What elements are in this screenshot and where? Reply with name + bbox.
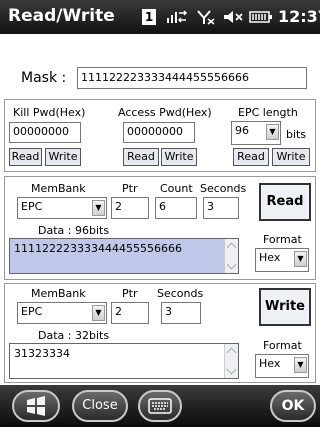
write-seconds-input[interactable]: 3 — [161, 302, 201, 324]
connectivity-icon[interactable] — [166, 9, 188, 25]
dropdown-arrow-icon[interactable]: ▼ — [294, 251, 307, 267]
bits-label: bits — [286, 128, 307, 141]
read-seconds-label: Seconds — [200, 182, 247, 195]
read-membank-value: EPC — [21, 200, 43, 213]
epc-write-button[interactable]: Write — [272, 148, 310, 166]
write-ptr-label: Ptr — [122, 287, 138, 300]
dropdown-arrow-icon[interactable]: ▼ — [92, 305, 105, 321]
access-read-button[interactable]: Read — [123, 148, 159, 166]
read-format-value: Hex — [259, 251, 281, 264]
close-button[interactable]: Close — [72, 390, 128, 422]
dropdown-arrow-icon[interactable]: ▼ — [266, 124, 279, 140]
signal-off-icon[interactable] — [196, 9, 216, 25]
write-membank-value: EPC — [21, 305, 43, 318]
read-button[interactable]: Read — [259, 183, 311, 221]
read-data-value: 111122223333444455556666 — [14, 242, 182, 255]
read-seconds-input[interactable]: 3 — [203, 197, 239, 219]
write-format-value: Hex — [259, 357, 281, 370]
notification-badge[interactable]: 1 — [142, 9, 156, 25]
write-format-select[interactable]: Hex ▼ — [255, 354, 309, 378]
mask-input[interactable]: 111122223333444455556666 — [77, 67, 307, 89]
write-ptr-input[interactable]: 2 — [111, 302, 149, 324]
read-data-scrollbar[interactable] — [224, 239, 238, 273]
access-pwd-input[interactable]: 00000000 — [123, 122, 195, 143]
read-panel: MemBank EPC ▼ Ptr 2 Count 6 Seconds 3 Re… — [4, 176, 316, 280]
kill-write-button[interactable]: Write — [45, 148, 81, 166]
epc-length-value: 96 — [235, 124, 249, 137]
keyboard-icon — [148, 398, 172, 414]
write-membank-select[interactable]: EPC ▼ — [17, 302, 107, 324]
access-pwd-label: Access Pwd(Hex) — [118, 106, 212, 119]
write-seconds-label: Seconds — [157, 287, 204, 300]
volume-mute-icon[interactable] — [222, 9, 244, 25]
write-data-value: 31323334 — [14, 347, 70, 360]
dropdown-arrow-icon[interactable]: ▼ — [92, 200, 105, 216]
windows-logo-icon — [27, 396, 45, 416]
read-membank-label: MemBank — [31, 182, 86, 195]
kill-pwd-input[interactable]: 00000000 — [9, 122, 81, 143]
read-format-label: Format — [263, 233, 302, 246]
window-title: Read/Write — [8, 6, 115, 26]
write-membank-label: MemBank — [31, 287, 86, 300]
write-button[interactable]: Write — [259, 288, 311, 326]
read-ptr-label: Ptr — [122, 182, 138, 195]
epc-read-button[interactable]: Read — [233, 148, 269, 166]
start-button[interactable] — [12, 390, 60, 422]
write-format-label: Format — [263, 339, 302, 352]
read-count-label: Count — [160, 182, 193, 195]
clock[interactable]: 12:37 — [278, 7, 320, 26]
title-bar: Read/Write 1 12:37 — [0, 0, 320, 34]
kill-pwd-label: Kill Pwd(Hex) — [13, 106, 86, 119]
password-panel: Kill Pwd(Hex) 00000000 Read Write Access… — [4, 99, 316, 172]
read-ptr-input[interactable]: 2 — [111, 197, 149, 219]
keyboard-button[interactable] — [138, 390, 182, 422]
read-data-field[interactable]: 111122223333444455556666 — [9, 238, 239, 274]
write-data-field[interactable]: 31323334 — [9, 343, 239, 379]
write-panel: MemBank EPC ▼ Ptr 2 Seconds 3 Write Data… — [4, 283, 316, 383]
dropdown-arrow-icon[interactable]: ▼ — [294, 357, 307, 373]
kill-read-button[interactable]: Read — [9, 148, 42, 166]
read-format-select[interactable]: Hex ▼ — [255, 248, 309, 272]
battery-icon[interactable] — [249, 9, 273, 25]
epc-length-label: EPC length — [238, 106, 298, 119]
ok-button[interactable]: OK — [270, 390, 316, 422]
read-data-label: Data : 96bits — [38, 224, 110, 237]
read-membank-select[interactable]: EPC ▼ — [17, 197, 107, 219]
epc-length-select[interactable]: 96 ▼ — [231, 121, 281, 145]
write-data-scrollbar[interactable] — [224, 344, 238, 378]
bottom-bar: Close OK — [0, 385, 320, 427]
mask-section: Mask : 111122223333444455556666 — [0, 34, 320, 98]
read-count-input[interactable]: 6 — [155, 197, 197, 219]
access-write-button[interactable]: Write — [161, 148, 197, 166]
mask-label: Mask : — [21, 70, 67, 86]
write-data-label: Data : 32bits — [38, 329, 110, 342]
